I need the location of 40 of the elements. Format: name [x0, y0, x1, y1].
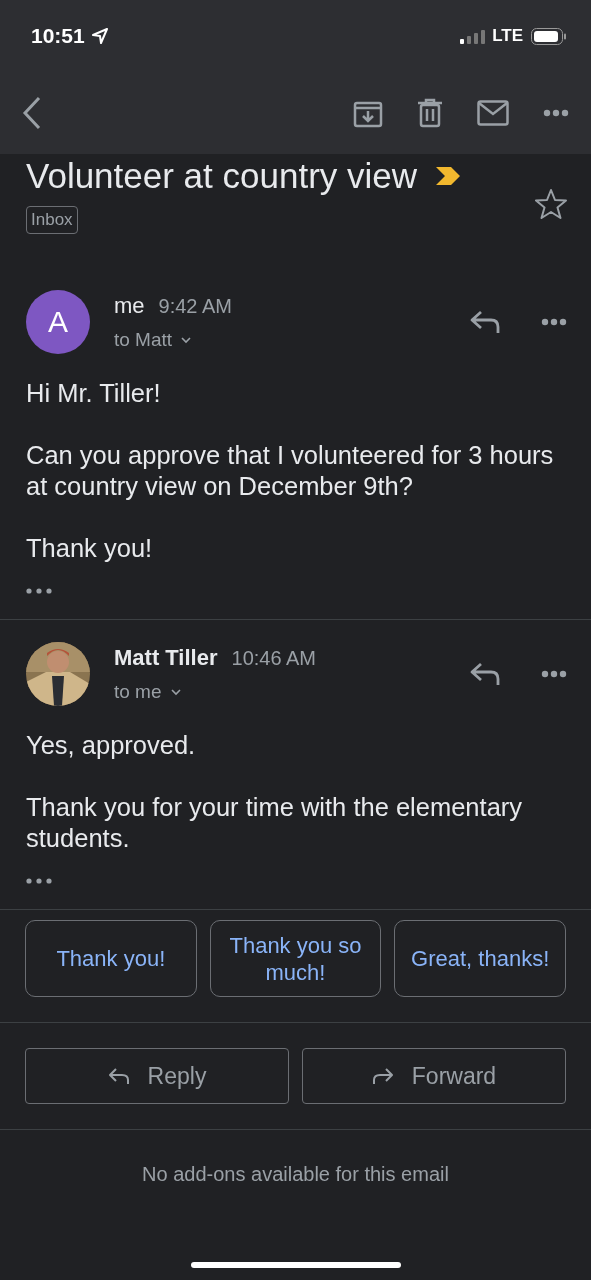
avatar: A — [26, 290, 90, 354]
network-label: LTE — [492, 26, 523, 46]
message-paragraph: Thank you for your time with the elementary students. — [26, 792, 524, 854]
addons-note: No add-ons available for this email — [141, 1162, 450, 1186]
more-dots-icon — [26, 588, 52, 594]
forward-arrow-icon — [371, 1067, 394, 1085]
smart-reply-button[interactable]: Thank you! — [25, 920, 197, 997]
message-paragraph: Yes, approved. — [26, 730, 197, 761]
message-paragraph: Thank you! — [26, 533, 154, 564]
more-button[interactable] — [541, 318, 567, 326]
reply-button[interactable] — [469, 661, 501, 687]
back-button[interactable] — [22, 96, 42, 130]
clock-time: 10:51 — [31, 24, 85, 48]
recipients-toggle[interactable]: to me — [114, 681, 182, 703]
sender-name: me — [114, 293, 145, 319]
message-paragraph: Hi Mr. Tiller! — [26, 378, 162, 409]
email-subject: Volunteer at country view — [26, 156, 418, 196]
reply-arrow-icon — [107, 1067, 130, 1085]
more-button[interactable] — [543, 109, 569, 117]
sender-name: Matt Tiller — [114, 645, 218, 671]
more-button[interactable] — [541, 670, 567, 678]
battery-icon — [531, 27, 567, 45]
chevron-down-icon — [169, 688, 182, 696]
message-time: 10:46 AM — [231, 647, 317, 670]
message-paragraph: Can you approve that I volunteered for 3 hours at country view on December 9th? — [26, 440, 555, 502]
location-arrow-icon — [90, 27, 109, 45]
reply-button[interactable] — [469, 309, 501, 335]
smart-reply-button[interactable]: Great, thanks! — [394, 920, 566, 997]
recipients-toggle[interactable]: to Matt — [114, 329, 193, 351]
signal-icon — [460, 28, 487, 44]
inbox-label: Inbox — [26, 206, 78, 234]
forward-button[interactable]: Forward — [302, 1048, 566, 1104]
chevron-down-icon — [180, 336, 193, 344]
message-time: 9:42 AM — [158, 295, 232, 318]
smart-reply-button[interactable]: Thank you so much! — [209, 920, 382, 997]
star-button[interactable] — [535, 188, 567, 220]
delete-button[interactable] — [417, 98, 443, 128]
more-dots-icon — [26, 878, 52, 884]
reply-button[interactable]: Reply — [25, 1048, 289, 1104]
mail-button[interactable] — [477, 100, 509, 126]
